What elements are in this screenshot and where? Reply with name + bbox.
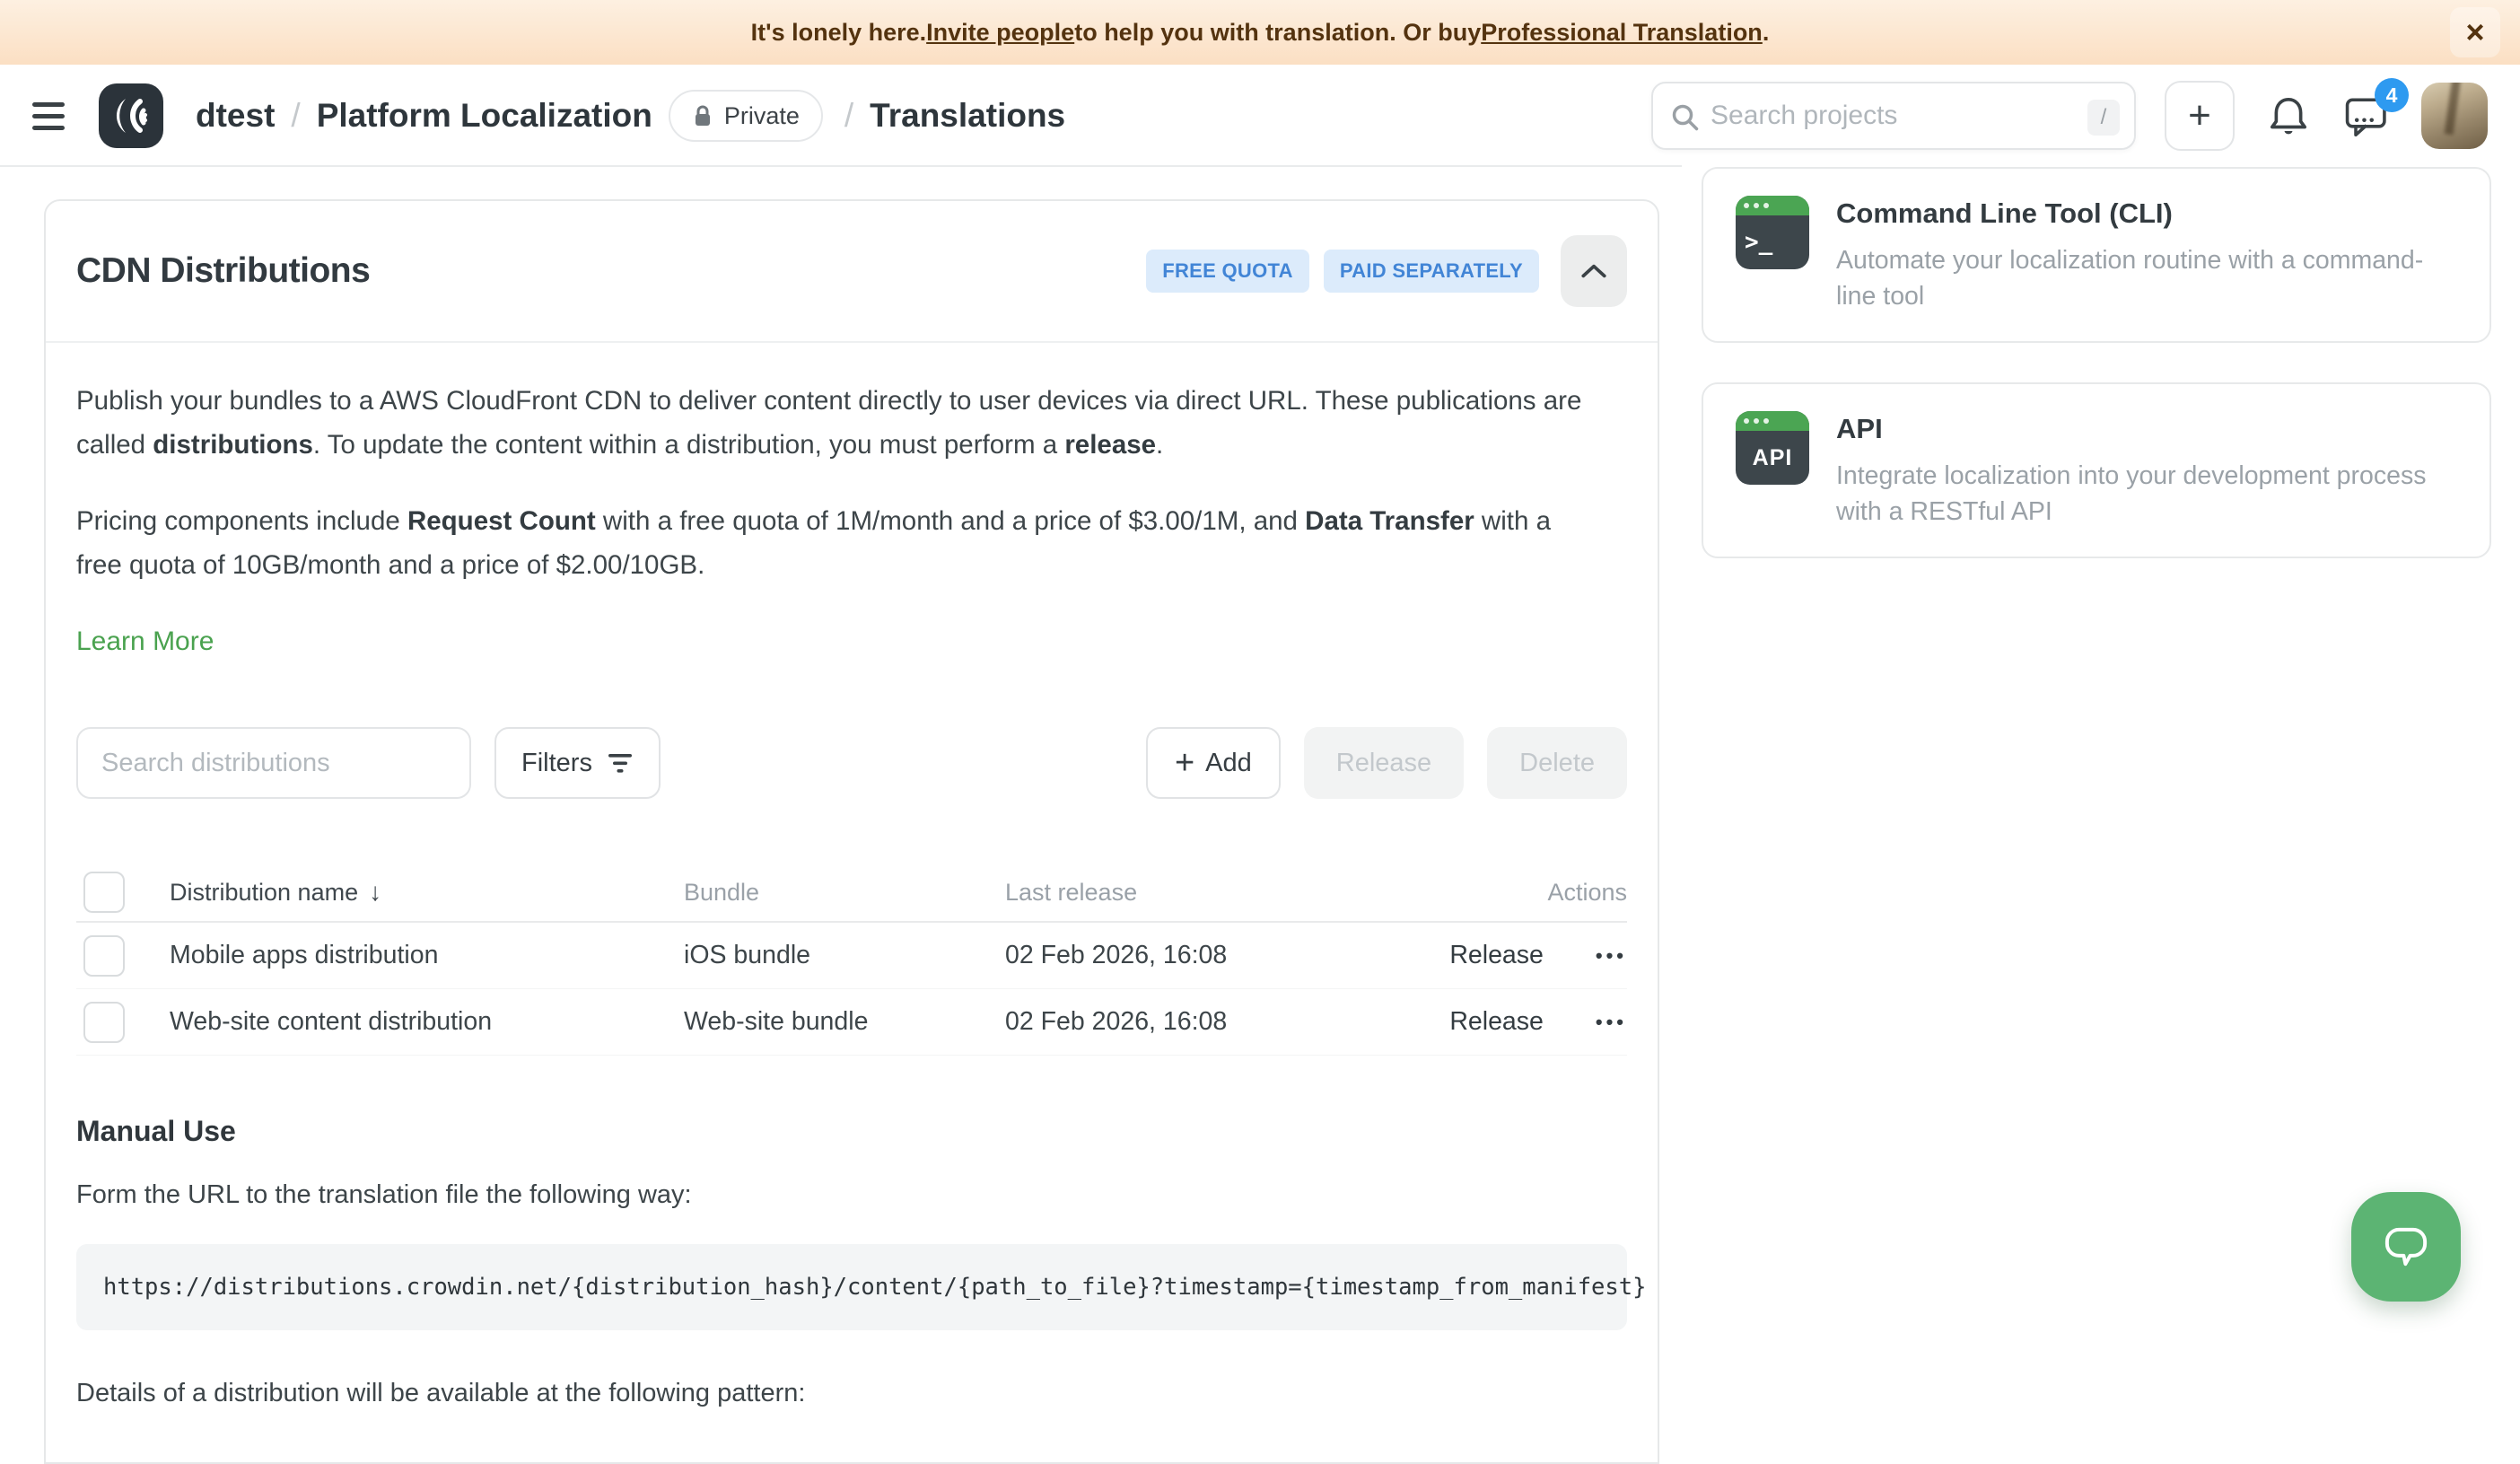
column-header-distribution-name[interactable]: Distribution name ↓ [170,878,684,907]
breadcrumb-page[interactable]: Translations [870,97,1065,135]
add-distribution-button[interactable]: + Add [1146,727,1281,799]
card-title: API [1836,413,2457,445]
distributions-toolbar: Filters + Add Release Delete [76,727,1627,799]
last-release-cell: 02 Feb 2026, 16:08 [1005,1007,1321,1037]
privacy-badge: Private [669,90,823,142]
url-pattern-code: https://distributions.crowdin.net/{distr… [76,1244,1627,1330]
manual-use-details: Details of a distribution will be availa… [76,1379,1627,1408]
page-title: CDN Distributions [76,251,370,291]
card-description: Automate your localization routine with … [1836,242,2457,314]
breadcrumb-separator: / [844,97,853,135]
column-header-actions: Actions [1321,879,1627,907]
hamburger-menu-icon[interactable] [32,96,72,136]
cdn-distributions-panel: CDN Distributions FREE QUOTA PAID SEPARA… [44,199,1659,1464]
breadcrumb-separator: / [291,97,300,135]
collapse-panel-button[interactable] [1561,235,1627,307]
distributions-table: Distribution name ↓ Bundle Last release … [76,863,1627,1056]
unread-count-badge: 4 [2375,78,2409,112]
delete-button[interactable]: Delete [1487,727,1627,799]
search-distributions-input[interactable] [76,727,471,799]
top-header: dtest / Platform Localization Private / … [0,65,2520,167]
description-paragraph: Publish your bundles to a AWS CloudFront… [76,379,1602,467]
card-title: Command Line Tool (CLI) [1836,197,2457,230]
integrations-sidebar: >_ Command Line Tool (CLI) Automate your… [1702,167,2520,1366]
distribution-name-cell: Mobile apps distribution [170,941,684,970]
close-icon[interactable]: × [2450,7,2500,57]
banner-text: It's lonely here. [751,19,927,47]
table-header-row: Distribution name ↓ Bundle Last release … [76,863,1627,923]
keyboard-shortcut-hint: / [2087,100,2120,136]
card-description: Integrate localization into your develop… [1836,458,2457,530]
pricing-paragraph: Pricing components include Request Count… [76,499,1602,587]
column-header-bundle[interactable]: Bundle [684,879,1005,907]
select-all-checkbox[interactable] [83,872,125,913]
distribution-name-cell: Web-site content distribution [170,1007,684,1037]
breadcrumb-project[interactable]: Platform Localization [317,97,652,135]
manual-use-heading: Manual Use [76,1115,1627,1148]
api-card[interactable]: API API Integrate localization into your… [1702,382,2491,558]
row-checkbox[interactable] [83,1002,125,1043]
create-project-button[interactable]: + [2165,81,2235,151]
row-menu-icon[interactable]: ••• [1596,1011,1627,1034]
filters-button[interactable]: Filters [494,727,661,799]
chat-bubble-icon [2376,1219,2436,1275]
table-row: Mobile apps distribution iOS bundle 02 F… [76,923,1627,989]
crowdin-logo-icon [99,83,163,148]
notification-banner: It's lonely here. Invite people to help … [0,0,2520,65]
professional-translation-link[interactable]: Professional Translation [1481,19,1763,47]
lock-icon [692,103,713,128]
messages-button[interactable]: 4 [2342,91,2393,141]
banner-text: to help you with translation. Or buy [1074,19,1481,47]
row-checkbox[interactable] [83,935,125,977]
filter-icon [607,750,634,776]
chevron-up-icon [1579,262,1608,280]
notifications-button[interactable] [2263,91,2314,141]
search-icon [1669,101,1702,134]
table-row: Web-site content distribution Web-site b… [76,989,1627,1056]
cli-card[interactable]: >_ Command Line Tool (CLI) Automate your… [1702,167,2491,343]
bell-icon [2268,93,2309,138]
search-projects-input[interactable] [1711,101,2052,131]
breadcrumb-org[interactable]: dtest [196,97,275,135]
terminal-icon: >_ [1736,196,1809,269]
row-release-link[interactable]: Release [1449,1007,1544,1037]
row-release-link[interactable]: Release [1449,941,1544,970]
bundle-cell: iOS bundle [684,941,1005,970]
free-quota-badge: FREE QUOTA [1146,250,1309,293]
bundle-cell: Web-site bundle [684,1007,1005,1037]
breadcrumb: dtest / Platform Localization Private / … [196,90,1065,142]
crowdin-logo[interactable] [99,83,163,148]
banner-text: . [1763,19,1770,47]
column-header-last-release[interactable]: Last release [1005,879,1321,907]
api-icon: API [1736,411,1809,485]
live-chat-button[interactable] [2351,1192,2461,1302]
manual-use-intro: Form the URL to the translation file the… [76,1180,1627,1210]
release-button[interactable]: Release [1304,727,1464,799]
last-release-cell: 02 Feb 2026, 16:08 [1005,941,1321,970]
sort-descending-icon: ↓ [369,878,381,907]
project-search: / [1651,82,2136,150]
learn-more-link[interactable]: Learn More [76,627,214,657]
row-menu-icon[interactable]: ••• [1596,944,1627,968]
user-avatar[interactable] [2421,83,2488,149]
privacy-badge-label: Private [724,102,800,130]
invite-people-link[interactable]: Invite people [926,19,1074,47]
paid-separately-badge: PAID SEPARATELY [1324,250,1539,293]
